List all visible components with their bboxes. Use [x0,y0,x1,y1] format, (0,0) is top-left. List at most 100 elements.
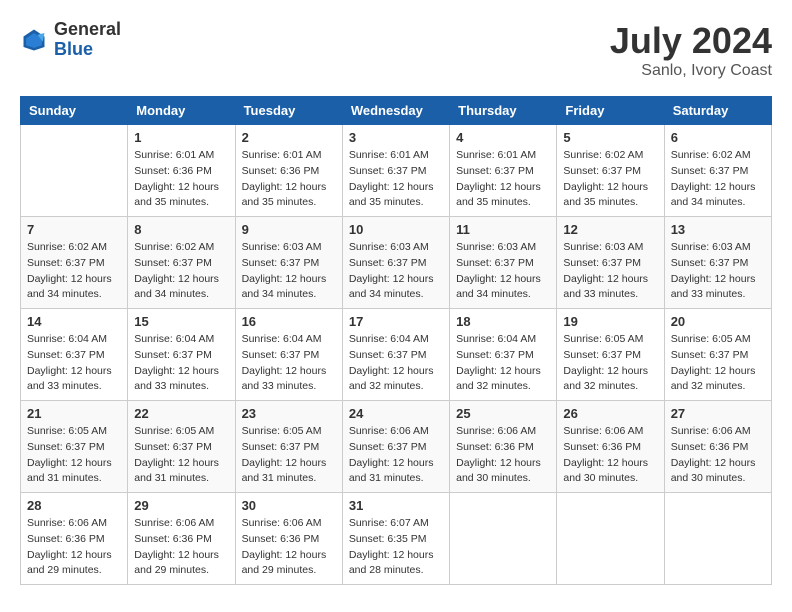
day-number: 17 [349,314,443,329]
day-info: Sunrise: 6:04 AM Sunset: 6:37 PM Dayligh… [349,332,443,395]
page-header: General Blue July 2024 Sanlo, Ivory Coas… [20,20,772,80]
day-number: 7 [27,222,121,237]
calendar-header-cell: Monday [128,97,235,125]
calendar-header-cell: Tuesday [235,97,342,125]
calendar-header-row: SundayMondayTuesdayWednesdayThursdayFrid… [21,97,772,125]
calendar-header-cell: Wednesday [342,97,449,125]
day-number: 15 [134,314,228,329]
calendar-day-cell: 14 Sunrise: 6:04 AM Sunset: 6:37 PM Dayli… [21,309,128,401]
day-number: 8 [134,222,228,237]
calendar-table: SundayMondayTuesdayWednesdayThursdayFrid… [20,96,772,585]
day-number: 23 [242,406,336,421]
day-number: 20 [671,314,765,329]
calendar-week-row: 28 Sunrise: 6:06 AM Sunset: 6:36 PM Dayli… [21,493,772,585]
day-info: Sunrise: 6:02 AM Sunset: 6:37 PM Dayligh… [671,148,765,211]
day-info: Sunrise: 6:06 AM Sunset: 6:36 PM Dayligh… [563,424,657,487]
day-info: Sunrise: 6:04 AM Sunset: 6:37 PM Dayligh… [134,332,228,395]
day-info: Sunrise: 6:06 AM Sunset: 6:36 PM Dayligh… [242,516,336,579]
calendar-day-cell: 1Sunrise: 6:01 AM Sunset: 6:36 PM Daylig… [128,125,235,217]
calendar-day-cell: 21Sunrise: 6:05 AM Sunset: 6:37 PM Dayli… [21,401,128,493]
day-info: Sunrise: 6:03 AM Sunset: 6:37 PM Dayligh… [242,240,336,303]
calendar-day-cell: 19 Sunrise: 6:05 AM Sunset: 6:37 PM Dayli… [557,309,664,401]
day-info: Sunrise: 6:05 AM Sunset: 6:37 PM Dayligh… [563,332,657,395]
calendar-day-cell: 10Sunrise: 6:03 AM Sunset: 6:37 PM Dayli… [342,217,449,309]
calendar-day-cell: 4Sunrise: 6:01 AM Sunset: 6:37 PM Daylig… [450,125,557,217]
month-year-title: July 2024 [610,20,772,62]
day-number: 24 [349,406,443,421]
calendar-day-cell: 28 Sunrise: 6:06 AM Sunset: 6:36 PM Dayli… [21,493,128,585]
day-number: 18 [456,314,550,329]
calendar-week-row: 21Sunrise: 6:05 AM Sunset: 6:37 PM Dayli… [21,401,772,493]
day-info: Sunrise: 6:03 AM Sunset: 6:37 PM Dayligh… [349,240,443,303]
calendar-day-cell: 11 Sunrise: 6:03 AM Sunset: 6:37 PM Dayli… [450,217,557,309]
day-number: 4 [456,130,550,145]
day-number: 25 [456,406,550,421]
calendar-day-cell: 12 Sunrise: 6:03 AM Sunset: 6:37 PM Dayli… [557,217,664,309]
calendar-header-cell: Thursday [450,97,557,125]
calendar-day-cell [664,493,771,585]
calendar-day-cell: 27Sunrise: 6:06 AM Sunset: 6:36 PM Dayli… [664,401,771,493]
day-number: 28 [27,498,121,513]
calendar-day-cell [557,493,664,585]
day-info: Sunrise: 6:04 AM Sunset: 6:37 PM Dayligh… [456,332,550,395]
day-info: Sunrise: 6:01 AM Sunset: 6:36 PM Dayligh… [242,148,336,211]
day-info: Sunrise: 6:03 AM Sunset: 6:37 PM Dayligh… [456,240,550,303]
calendar-day-cell: 2 Sunrise: 6:01 AM Sunset: 6:36 PM Daylig… [235,125,342,217]
calendar-day-cell: 23 Sunrise: 6:05 AM Sunset: 6:37 PM Dayli… [235,401,342,493]
day-info: Sunrise: 6:05 AM Sunset: 6:37 PM Dayligh… [134,424,228,487]
day-number: 22 [134,406,228,421]
calendar-day-cell: 15 Sunrise: 6:04 AM Sunset: 6:37 PM Dayli… [128,309,235,401]
calendar-day-cell: 5 Sunrise: 6:02 AM Sunset: 6:37 PM Daylig… [557,125,664,217]
day-number: 26 [563,406,657,421]
title-block: July 2024 Sanlo, Ivory Coast [610,20,772,80]
day-number: 31 [349,498,443,513]
day-number: 14 [27,314,121,329]
calendar-day-cell: 18 Sunrise: 6:04 AM Sunset: 6:37 PM Dayli… [450,309,557,401]
day-info: Sunrise: 6:06 AM Sunset: 6:36 PM Dayligh… [134,516,228,579]
calendar-day-cell [21,125,128,217]
day-info: Sunrise: 6:06 AM Sunset: 6:37 PM Dayligh… [349,424,443,487]
logo-text: General Blue [54,20,121,60]
day-info: Sunrise: 6:03 AM Sunset: 6:37 PM Dayligh… [671,240,765,303]
calendar-day-cell: 26 Sunrise: 6:06 AM Sunset: 6:36 PM Dayli… [557,401,664,493]
day-info: Sunrise: 6:02 AM Sunset: 6:37 PM Dayligh… [563,148,657,211]
calendar-day-cell: 24 Sunrise: 6:06 AM Sunset: 6:37 PM Dayli… [342,401,449,493]
day-number: 3 [349,130,443,145]
day-info: Sunrise: 6:03 AM Sunset: 6:37 PM Dayligh… [563,240,657,303]
day-info: Sunrise: 6:04 AM Sunset: 6:37 PM Dayligh… [27,332,121,395]
logo: General Blue [20,20,121,60]
day-number: 19 [563,314,657,329]
calendar-day-cell: 25 Sunrise: 6:06 AM Sunset: 6:36 PM Dayli… [450,401,557,493]
calendar-day-cell: 30 Sunrise: 6:06 AM Sunset: 6:36 PM Dayli… [235,493,342,585]
calendar-day-cell [450,493,557,585]
day-number: 2 [242,130,336,145]
day-number: 11 [456,222,550,237]
day-info: Sunrise: 6:06 AM Sunset: 6:36 PM Dayligh… [27,516,121,579]
logo-icon [20,26,48,54]
calendar-day-cell: 7Sunrise: 6:02 AM Sunset: 6:37 PM Daylig… [21,217,128,309]
calendar-day-cell: 13Sunrise: 6:03 AM Sunset: 6:37 PM Dayli… [664,217,771,309]
location-title: Sanlo, Ivory Coast [610,62,772,80]
calendar-day-cell: 22 Sunrise: 6:05 AM Sunset: 6:37 PM Dayli… [128,401,235,493]
day-info: Sunrise: 6:05 AM Sunset: 6:37 PM Dayligh… [671,332,765,395]
calendar-header-cell: Friday [557,97,664,125]
day-number: 9 [242,222,336,237]
day-info: Sunrise: 6:06 AM Sunset: 6:36 PM Dayligh… [456,424,550,487]
calendar-day-cell: 6 Sunrise: 6:02 AM Sunset: 6:37 PM Daylig… [664,125,771,217]
day-number: 5 [563,130,657,145]
day-info: Sunrise: 6:05 AM Sunset: 6:37 PM Dayligh… [27,424,121,487]
calendar-day-cell: 16Sunrise: 6:04 AM Sunset: 6:37 PM Dayli… [235,309,342,401]
day-number: 16 [242,314,336,329]
day-info: Sunrise: 6:05 AM Sunset: 6:37 PM Dayligh… [242,424,336,487]
day-number: 12 [563,222,657,237]
calendar-week-row: 14 Sunrise: 6:04 AM Sunset: 6:37 PM Dayli… [21,309,772,401]
calendar-day-cell: 9 Sunrise: 6:03 AM Sunset: 6:37 PM Daylig… [235,217,342,309]
calendar-day-cell: 20 Sunrise: 6:05 AM Sunset: 6:37 PM Dayli… [664,309,771,401]
calendar-day-cell: 29 Sunrise: 6:06 AM Sunset: 6:36 PM Dayli… [128,493,235,585]
day-number: 6 [671,130,765,145]
day-number: 1 [134,130,228,145]
day-number: 29 [134,498,228,513]
day-number: 30 [242,498,336,513]
calendar-header-cell: Saturday [664,97,771,125]
calendar-day-cell: 31Sunrise: 6:07 AM Sunset: 6:35 PM Dayli… [342,493,449,585]
